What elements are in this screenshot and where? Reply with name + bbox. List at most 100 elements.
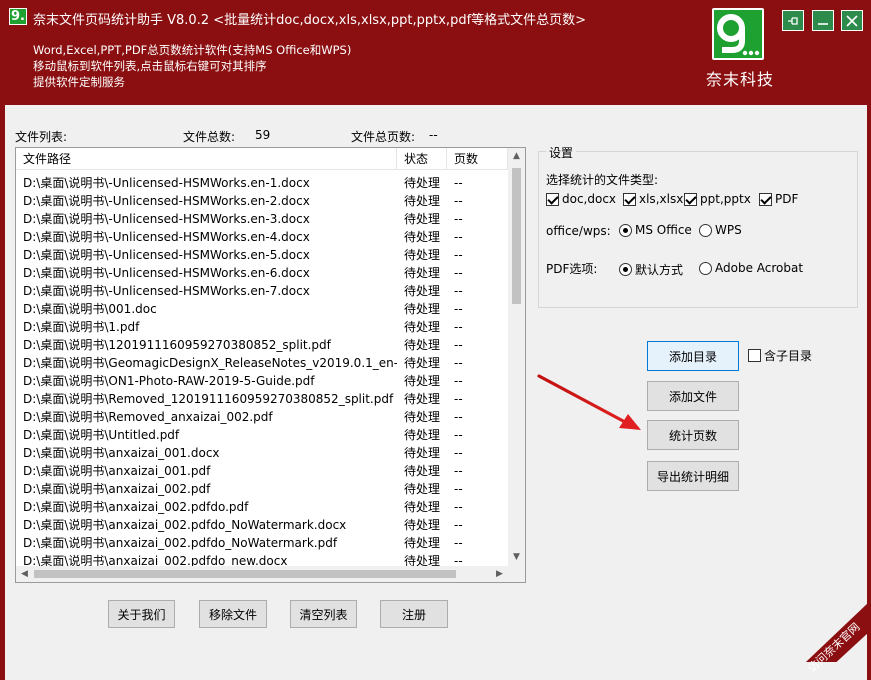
table-row[interactable]: D:\桌面\说明书\-Unlicensed-HSMWorks.en-7.docx…	[16, 282, 508, 300]
scroll-right-icon[interactable]: ▶	[491, 566, 508, 582]
count-pages-button[interactable]: 统计页数	[647, 420, 739, 450]
cell-pages: --	[454, 302, 463, 316]
cell-path: D:\桌面\说明书\ON1-Photo-RAW-2019-5-Guide.pdf	[23, 374, 315, 388]
radio-default-mode[interactable]: 默认方式	[619, 261, 683, 278]
scroll-up-icon[interactable]: ▲	[508, 148, 525, 165]
cell-status: 待处理	[404, 266, 441, 280]
minimize-button[interactable]	[812, 10, 834, 31]
column-header-status[interactable]: 状态	[397, 148, 447, 169]
horizontal-scrollbar[interactable]: ◀ ▶	[16, 566, 508, 582]
radio-ms-office-dot[interactable]	[619, 223, 632, 237]
table-row[interactable]: D:\桌面\说明书\Removed_1201911160959270380852…	[16, 390, 508, 408]
table-row[interactable]: D:\桌面\说明书\-Unlicensed-HSMWorks.en-5.docx…	[16, 246, 508, 264]
total-pages-label: 文件总页数:	[351, 130, 416, 144]
table-row[interactable]: D:\桌面\说明书\001.doc 待处理 --	[16, 300, 508, 318]
vertical-scrollbar[interactable]: ▲ ▼	[508, 148, 525, 566]
table-row[interactable]: D:\桌面\说明书\1.pdf 待处理 --	[16, 318, 508, 336]
cell-status: 待处理	[404, 356, 441, 370]
file-list[interactable]: 文件路径 状态 页数 D:\桌面\说明书\-Unlicensed-HSMWork…	[15, 147, 526, 583]
pin-icon	[788, 16, 798, 25]
cell-status: 待处理	[404, 194, 441, 208]
column-header-pages[interactable]: 页数	[447, 148, 508, 169]
table-row[interactable]: D:\桌面\说明书\1201911160959270380852_split.p…	[16, 336, 508, 354]
table-row[interactable]: D:\桌面\说明书\-Unlicensed-HSMWorks.en-1.docx…	[16, 174, 508, 192]
table-row[interactable]: D:\桌面\说明书\anxaizai_002.pdfdo.pdf 待处理 --	[16, 498, 508, 516]
radio-adobe-acrobat-dot[interactable]	[699, 261, 712, 275]
add-file-button[interactable]: 添加文件	[647, 381, 739, 411]
cell-path: D:\桌面\说明书\anxaizai_001.docx	[23, 446, 220, 460]
total-pages-value: --	[429, 128, 438, 142]
table-row[interactable]: D:\桌面\说明书\-Unlicensed-HSMWorks.en-2.docx…	[16, 192, 508, 210]
cell-path: D:\桌面\说明书\Removed_1201911160959270380852…	[23, 392, 394, 406]
scrollbar-corner	[508, 566, 525, 582]
total-files-label: 文件总数:	[183, 130, 236, 144]
scroll-left-icon[interactable]: ◀	[16, 566, 33, 582]
table-row[interactable]: D:\桌面\说明书\ON1-Photo-RAW-2019-5-Guide.pdf…	[16, 372, 508, 390]
cell-path: D:\桌面\说明书\-Unlicensed-HSMWorks.en-3.docx	[23, 212, 310, 226]
cell-path: D:\桌面\说明书\1.pdf	[23, 320, 140, 334]
checkbox-ppt-box[interactable]	[684, 192, 697, 206]
table-row[interactable]: D:\桌面\说明书\Removed_anxaizai_002.pdf 待处理 --	[16, 408, 508, 426]
table-row[interactable]: D:\桌面\说明书\anxaizai_002.pdfdo_NoWatermark…	[16, 516, 508, 534]
radio-wps[interactable]: WPS	[699, 223, 742, 237]
checkbox-xls-label: xls,xlsx	[639, 192, 684, 206]
cell-path: D:\桌面\说明书\anxaizai_002.pdfdo.pdf	[23, 500, 249, 514]
table-row[interactable]: D:\桌面\说明书\anxaizai_001.docx 待处理 --	[16, 444, 508, 462]
scroll-down-icon[interactable]: ▼	[508, 549, 525, 566]
file-list-rows: D:\桌面\说明书\-Unlicensed-HSMWorks.en-1.docx…	[16, 174, 508, 570]
checkbox-include-subdirs-box[interactable]	[748, 349, 761, 362]
table-row[interactable]: D:\桌面\说明书\-Unlicensed-HSMWorks.en-3.docx…	[16, 210, 508, 228]
horizontal-scroll-thumb[interactable]	[34, 570, 456, 578]
table-row[interactable]: D:\桌面\说明书\anxaizai_002.pdfdo_NoWatermark…	[16, 534, 508, 552]
register-button[interactable]: 注册	[380, 600, 448, 628]
checkbox-xls-box[interactable]	[623, 192, 636, 206]
company-logo	[712, 8, 764, 60]
info-line-1: Word,Excel,PPT,PDF总页数统计软件(支持MS Office和WP…	[33, 43, 352, 57]
remove-file-button[interactable]: 移除文件	[199, 600, 267, 628]
cell-status: 待处理	[404, 536, 441, 550]
radio-adobe-acrobat[interactable]: Adobe Acrobat	[699, 261, 803, 275]
cell-pages: --	[454, 356, 463, 370]
table-row[interactable]: D:\桌面\说明书\Untitled.pdf 待处理 --	[16, 426, 508, 444]
clear-list-button[interactable]: 清空列表	[290, 600, 357, 628]
column-header-path[interactable]: 文件路径	[16, 148, 397, 169]
checkbox-pdf[interactable]: PDF	[759, 192, 798, 206]
cell-path: D:\桌面\说明书\-Unlicensed-HSMWorks.en-6.docx	[23, 266, 310, 280]
add-folder-button[interactable]: 添加目录	[647, 341, 739, 371]
file-list-label: 文件列表:	[15, 130, 68, 144]
cell-pages: --	[454, 446, 463, 460]
cell-path: D:\桌面\说明书\001.doc	[23, 302, 157, 316]
info-line-3: 提供软件定制服务	[33, 75, 125, 89]
company-name: 奈末科技	[706, 70, 775, 89]
table-row[interactable]: D:\桌面\说明书\-Unlicensed-HSMWorks.en-6.docx…	[16, 264, 508, 282]
cell-status: 待处理	[404, 446, 441, 460]
vertical-scroll-thumb[interactable]	[512, 168, 521, 304]
about-us-button[interactable]: 关于我们	[108, 600, 175, 628]
close-button[interactable]	[841, 10, 863, 31]
radio-ms-office[interactable]: MS Office	[619, 223, 692, 237]
checkbox-pdf-label: PDF	[775, 192, 799, 206]
checkbox-doc-box[interactable]	[546, 192, 559, 206]
radio-wps-dot[interactable]	[699, 223, 712, 237]
cell-status: 待处理	[404, 248, 441, 262]
cell-status: 待处理	[404, 428, 441, 442]
checkbox-ppt[interactable]: ppt,pptx	[684, 192, 751, 206]
export-details-button[interactable]: 导出统计明细	[647, 461, 739, 491]
checkbox-doc-label: doc,docx	[562, 192, 617, 206]
cell-path: D:\桌面\说明书\1201911160959270380852_split.p…	[23, 338, 331, 352]
cell-status: 待处理	[404, 410, 441, 424]
table-row[interactable]: D:\桌面\说明书\anxaizai_002.pdf 待处理 --	[16, 480, 508, 498]
cell-status: 待处理	[404, 284, 441, 298]
checkbox-include-subdirs[interactable]: 含子目录	[748, 347, 812, 364]
checkbox-pdf-box[interactable]	[759, 192, 772, 206]
cell-path: D:\桌面\说明书\anxaizai_002.pdf	[23, 482, 211, 496]
radio-default-mode-dot[interactable]	[619, 263, 632, 276]
pin-button[interactable]	[782, 10, 804, 31]
radio-default-mode-label: 默认方式	[635, 263, 684, 277]
checkbox-xls[interactable]: xls,xlsx	[623, 192, 683, 206]
checkbox-doc[interactable]: doc,docx	[546, 192, 616, 206]
cell-pages: --	[454, 500, 463, 514]
table-row[interactable]: D:\桌面\说明书\anxaizai_001.pdf 待处理 --	[16, 462, 508, 480]
table-row[interactable]: D:\桌面\说明书\GeomagicDesignX_ReleaseNotes_v…	[16, 354, 508, 372]
table-row[interactable]: D:\桌面\说明书\-Unlicensed-HSMWorks.en-4.docx…	[16, 228, 508, 246]
